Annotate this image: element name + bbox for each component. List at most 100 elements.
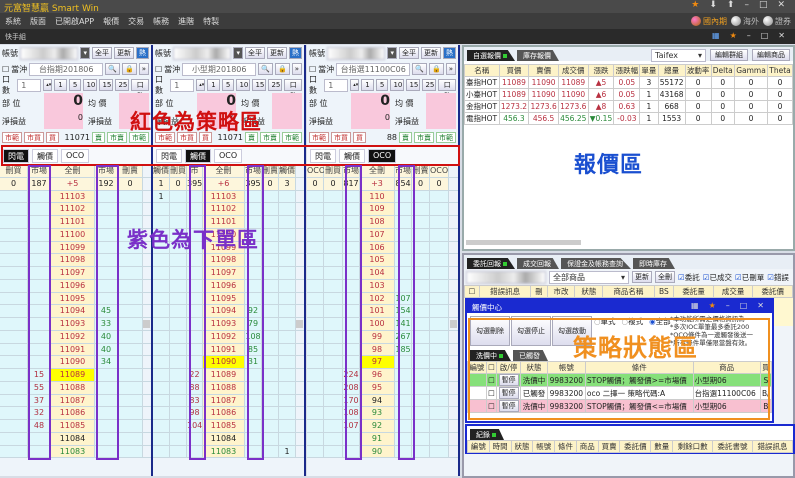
edit-product-button[interactable]: 編輯商品 — [752, 49, 790, 61]
ladder-cell[interactable] — [279, 369, 296, 381]
records-column-header[interactable]: 錯誤訊息 — [751, 440, 794, 453]
ladder-cell[interactable] — [0, 343, 28, 356]
price-cell[interactable]: 99 — [360, 330, 395, 343]
price-cell[interactable]: 11101 — [51, 216, 95, 228]
ladder-cell[interactable] — [324, 330, 343, 343]
price-cell[interactable]: 11092 — [51, 330, 95, 343]
records-column-header[interactable]: 條件 — [554, 440, 577, 453]
ladder-cell[interactable] — [279, 254, 296, 266]
column-header[interactable]: 刪買 — [0, 165, 28, 177]
order-column-header[interactable]: 市改 — [546, 285, 576, 298]
records-column-header[interactable]: 編號 — [467, 440, 490, 453]
lock-icon[interactable]: 🔒 — [428, 63, 444, 75]
ladder-cell[interactable] — [0, 216, 28, 228]
summary-cell[interactable]: 3 — [279, 177, 296, 190]
ladder-cell[interactable] — [430, 343, 449, 356]
chevron-down-icon[interactable]: ▾ — [387, 47, 397, 59]
ladder-cell[interactable] — [307, 267, 324, 279]
refresh-button[interactable]: 更新 — [267, 47, 287, 59]
ladder-cell[interactable] — [0, 279, 28, 292]
records-column-header[interactable]: 商品 — [575, 440, 599, 453]
ladder-cell[interactable] — [279, 318, 296, 330]
close-icon[interactable]: ✕ — [777, 0, 785, 10]
price-cell[interactable]: 11084 — [203, 432, 245, 445]
product-field[interactable]: 小型期201806 — [182, 62, 257, 76]
ladder-cell[interactable] — [0, 381, 28, 394]
qty-input[interactable]: 1 — [17, 78, 42, 92]
price-cell[interactable]: 91 — [360, 432, 395, 445]
search-icon[interactable]: 🔍 — [105, 63, 120, 75]
ladder-cell[interactable] — [118, 267, 143, 279]
ladder-cell[interactable] — [324, 305, 343, 317]
ladder-cell[interactable] — [324, 407, 343, 419]
ladder-cell[interactable] — [430, 445, 449, 458]
order-column-header[interactable]: 錯誤訊息 — [479, 285, 532, 298]
ladder-cell[interactable] — [262, 292, 279, 305]
close-icon[interactable]: ✕ — [778, 31, 785, 40]
ladder-cell[interactable] — [279, 432, 296, 445]
ladder-cell[interactable] — [170, 190, 187, 203]
refresh-button[interactable]: 更新 — [114, 47, 134, 59]
product-field[interactable]: 台指選11100C06 — [336, 62, 411, 76]
price-cell[interactable]: 11089 — [51, 369, 95, 381]
menu-item[interactable]: 已開啟APP — [55, 16, 94, 26]
ladder-cell[interactable] — [307, 228, 324, 241]
ladder-cell[interactable] — [153, 381, 170, 394]
summary-cell[interactable]: 0 — [262, 177, 279, 190]
ladder-cell[interactable] — [0, 445, 28, 458]
ladder-cell[interactable] — [170, 279, 187, 292]
ladder-cell[interactable] — [279, 190, 296, 203]
ladder-cell[interactable] — [170, 254, 187, 266]
summary-cell[interactable]: 0 — [118, 177, 143, 190]
price-cell[interactable]: 11094 — [51, 305, 95, 317]
qty-preset-button[interactable]: 25 — [422, 79, 437, 91]
summary-cell[interactable]: +6 — [203, 177, 245, 190]
minimize-icon[interactable]: – — [747, 31, 751, 40]
ladder-cell[interactable] — [307, 190, 324, 203]
ladder-cell[interactable] — [307, 305, 324, 317]
price-cell[interactable]: 11103 — [51, 190, 95, 203]
price-cell[interactable]: 11095 — [203, 292, 245, 305]
ladder-cell[interactable] — [153, 254, 170, 266]
price-cell[interactable]: 11090 — [203, 356, 245, 368]
qty-preset-button[interactable]: 5 — [375, 79, 389, 91]
minimize-icon[interactable]: – — [726, 301, 730, 310]
ladder-cell[interactable] — [307, 369, 324, 381]
ladder-cell[interactable]: 1 — [279, 445, 296, 458]
ladder-cell[interactable] — [118, 445, 143, 458]
ladder-cell[interactable] — [118, 369, 143, 381]
ladder-cell[interactable] — [307, 356, 324, 368]
ladder-cell[interactable] — [324, 432, 343, 445]
ladder-cell[interactable] — [307, 241, 324, 254]
ladder-cell[interactable] — [153, 279, 170, 292]
quote-column-header[interactable]: 漲跌 — [587, 64, 615, 77]
ladder-cell[interactable] — [430, 330, 449, 343]
price-cell[interactable]: 11084 — [51, 432, 95, 445]
price-cell[interactable]: 11096 — [203, 279, 245, 292]
close-all-button[interactable]: 全平 — [245, 47, 265, 59]
qty-preset-button[interactable]: 25 — [115, 79, 130, 91]
tab-inventory-quote[interactable]: 庫存報價 — [517, 50, 559, 61]
order-tab[interactable]: 成交回報 — [517, 258, 559, 269]
ladder-cell[interactable] — [279, 241, 296, 254]
expand-icon[interactable]: » — [138, 63, 149, 75]
favorite-star-icon[interactable]: ★ — [730, 31, 737, 40]
quote-column-header[interactable]: 名稱 — [464, 64, 500, 77]
qty-button[interactable]: 口數 — [131, 79, 149, 100]
ladder-cell[interactable] — [262, 330, 279, 343]
ladder-cell[interactable] — [0, 432, 28, 445]
ladder-cell[interactable] — [262, 279, 279, 292]
sell-order-button[interactable]: 市賣 — [107, 131, 127, 143]
ladder-cell[interactable] — [307, 381, 324, 394]
ladder-cell[interactable] — [307, 420, 324, 432]
column-header[interactable]: OCO — [430, 165, 449, 177]
price-cell[interactable]: 11091 — [203, 343, 245, 356]
price-cell[interactable]: 11090 — [51, 356, 95, 368]
sell-order-button[interactable]: 賣 — [92, 131, 105, 143]
ladder-cell[interactable] — [0, 292, 28, 305]
layout-icon[interactable]: ▦ — [691, 301, 699, 310]
maximize-icon[interactable]: □ — [761, 31, 769, 40]
delete-all-button[interactable]: 全刪 — [655, 271, 675, 283]
arrow-up-icon[interactable]: ⬆ — [727, 0, 735, 10]
chevron-down-icon[interactable]: ▾ — [80, 47, 90, 59]
